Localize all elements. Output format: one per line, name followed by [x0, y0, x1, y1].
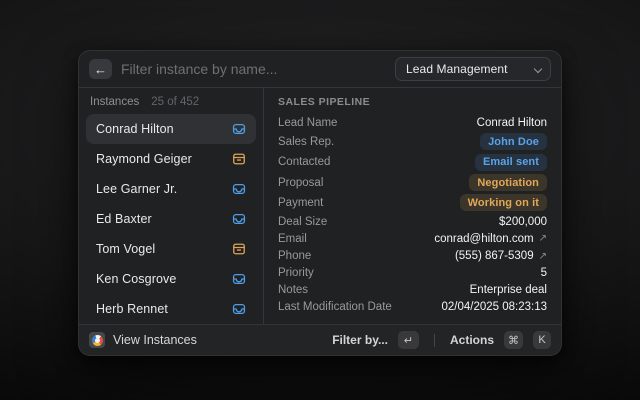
- back-arrow-icon: ←: [94, 63, 107, 76]
- list-header-label: Instances: [90, 96, 139, 108]
- detail-row-last-modification-date: Last Modification Date 02/04/2025 08:23:…: [278, 299, 547, 316]
- command-key-icon: ⌘: [504, 331, 523, 349]
- detail-row-lead-name: Lead Name Conrad Hilton: [278, 114, 547, 131]
- email-link[interactable]: conrad@hilton.com ↗: [434, 233, 547, 245]
- list-item-ken-cosgrove[interactable]: Ken Cosgrove: [86, 264, 256, 294]
- detail-row-sales-rep: Sales Rep. John Doe: [278, 131, 547, 151]
- field-label: Lead Name: [278, 117, 337, 129]
- field-label: Proposal: [278, 177, 323, 189]
- field-label: Sales Rep.: [278, 136, 334, 148]
- status-badge: Email sent: [475, 154, 547, 171]
- field-value: 5: [541, 267, 547, 279]
- instance-list: Instances 25 of 452 Conrad Hilton Raymon…: [79, 88, 263, 324]
- action-bar: View Instances Filter by... ↵ Actions ⌘ …: [79, 325, 561, 355]
- field-label: Phone: [278, 250, 311, 262]
- section-title: SALES PIPELINE: [278, 96, 547, 110]
- instance-name: Herb Rennet: [96, 302, 168, 316]
- list-item-conrad-hilton[interactable]: Conrad Hilton: [86, 114, 256, 144]
- field-value: (555) 867-5309: [455, 250, 534, 262]
- instance-name: Lee Garner Jr.: [96, 182, 177, 196]
- detail-row-email: Email conrad@hilton.com ↗: [278, 230, 547, 247]
- content-area: Instances 25 of 452 Conrad Hilton Raymon…: [79, 88, 561, 324]
- k-key-icon: K: [533, 331, 551, 349]
- detail-row-priority: Priority 5: [278, 265, 547, 282]
- detail-row-phone: Phone (555) 867-5309 ↗: [278, 247, 547, 264]
- field-value: Conrad Hilton: [477, 117, 547, 129]
- instance-name: Tom Vogel: [96, 242, 155, 256]
- field-label: Last Modification Date: [278, 301, 392, 313]
- detail-row-contacted: Contacted Email sent: [278, 152, 547, 172]
- open-external-icon: ↗: [539, 233, 547, 244]
- field-label: Deal Size: [278, 216, 327, 228]
- list-header-count: 25 of 452: [151, 96, 199, 108]
- chevron-down-icon: [534, 64, 542, 72]
- primary-action-button[interactable]: Filter by...: [332, 333, 388, 347]
- archive-box-icon: [232, 242, 246, 256]
- envelope-icon: [232, 272, 246, 286]
- command-title: View Instances: [113, 333, 197, 347]
- list-item-ed-baxter[interactable]: Ed Baxter: [86, 204, 256, 234]
- envelope-icon: [232, 122, 246, 136]
- instance-name: Raymond Geiger: [96, 152, 192, 166]
- list-header: Instances 25 of 452: [86, 93, 256, 114]
- field-value: conrad@hilton.com: [434, 233, 533, 245]
- envelope-icon: [232, 212, 246, 226]
- actionbar-separator: [434, 334, 435, 347]
- back-button[interactable]: ←: [89, 59, 112, 79]
- detail-row-notes: Notes Enterprise deal: [278, 282, 547, 299]
- field-label: Contacted: [278, 156, 330, 168]
- extension-dropdown[interactable]: Lead Management: [395, 57, 551, 81]
- open-external-icon: ↗: [539, 251, 547, 262]
- list-item-herb-rennet[interactable]: Herb Rennet: [86, 294, 256, 324]
- phone-link[interactable]: (555) 867-5309 ↗: [455, 250, 547, 262]
- field-value: 02/04/2025 08:23:13: [441, 301, 547, 313]
- instance-name: Conrad Hilton: [96, 122, 174, 136]
- enter-key-icon: ↵: [398, 331, 419, 349]
- envelope-icon: [232, 182, 246, 196]
- search-input[interactable]: [121, 61, 386, 77]
- list-item-lee-garner[interactable]: Lee Garner Jr.: [86, 174, 256, 204]
- status-badge: John Doe: [480, 133, 547, 150]
- archive-box-icon: [232, 152, 246, 166]
- field-label: Email: [278, 233, 307, 245]
- command-palette-window: ← Lead Management Instances 25 of 452 Co…: [78, 50, 562, 356]
- list-item-raymond-geiger[interactable]: Raymond Geiger: [86, 144, 256, 174]
- envelope-icon: [232, 302, 246, 316]
- detail-row-payment: Payment Working on it: [278, 193, 547, 213]
- detail-panel: SALES PIPELINE Lead Name Conrad Hilton S…: [264, 88, 561, 324]
- field-label: Payment: [278, 197, 323, 209]
- detail-row-deal-size: Deal Size $200,000: [278, 213, 547, 230]
- field-value: $200,000: [499, 216, 547, 228]
- status-badge: Working on it: [460, 194, 547, 211]
- status-badge: Negotiation: [469, 174, 547, 191]
- extension-logo-icon: [89, 332, 105, 348]
- field-label: Priority: [278, 267, 314, 279]
- dropdown-selected-value: Lead Management: [406, 62, 508, 76]
- field-value: Enterprise deal: [470, 284, 547, 296]
- instance-name: Ed Baxter: [96, 212, 152, 226]
- top-bar: ← Lead Management: [79, 51, 561, 87]
- detail-row-proposal: Proposal Negotiation: [278, 172, 547, 192]
- actions-menu-button[interactable]: Actions: [450, 333, 494, 347]
- field-label: Notes: [278, 284, 308, 296]
- instance-name: Ken Cosgrove: [96, 272, 176, 286]
- list-item-tom-vogel[interactable]: Tom Vogel: [86, 234, 256, 264]
